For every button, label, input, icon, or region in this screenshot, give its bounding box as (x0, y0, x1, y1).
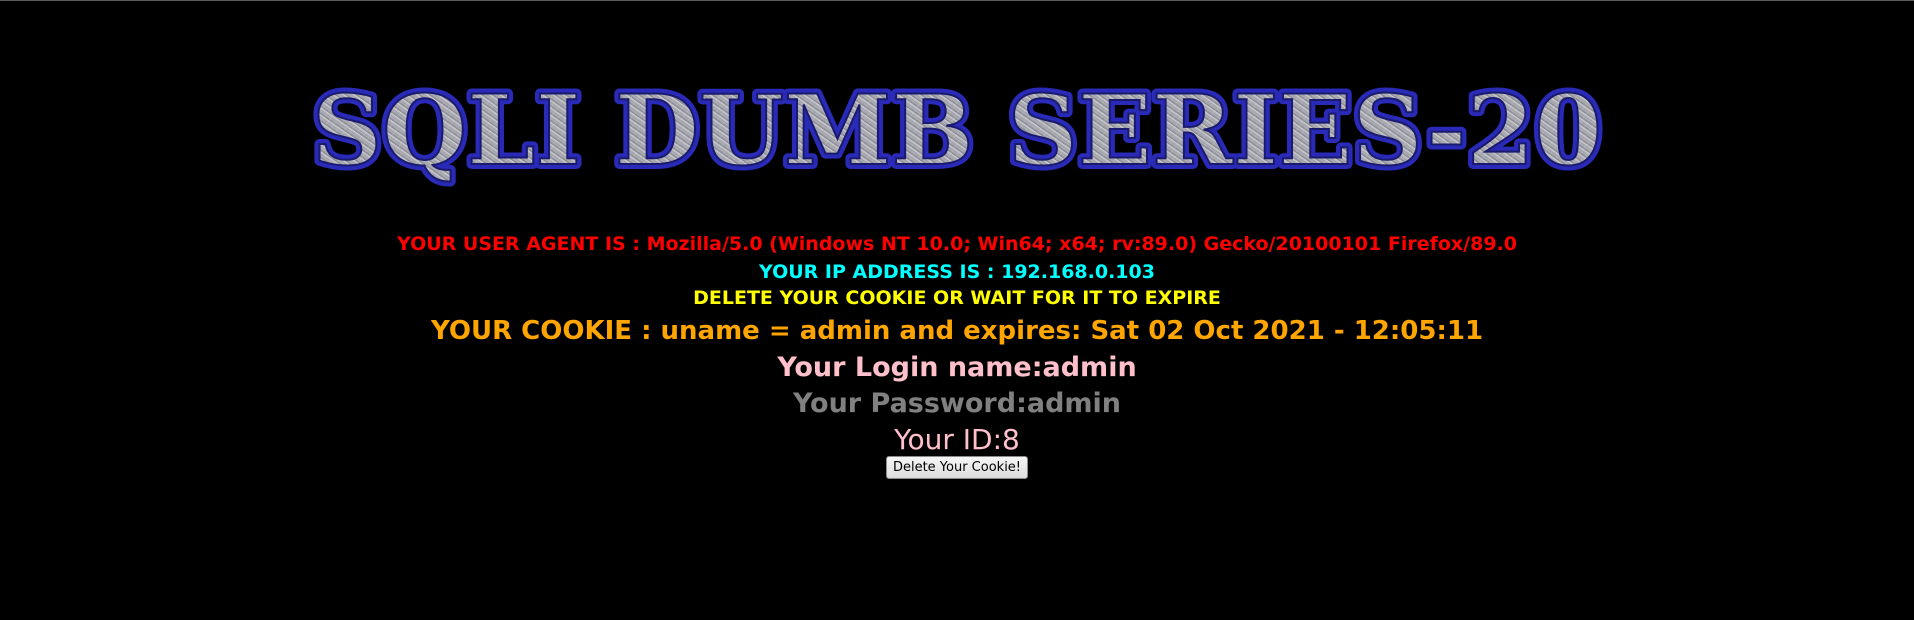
delete-cookie-form: Delete Your Cookie! (0, 456, 1914, 479)
user-id-text: Your ID:8 (894, 423, 1020, 456)
ip-address-text: YOUR IP ADDRESS IS : 192.168.0.103 (759, 261, 1155, 283)
banner-image: SQLI DUMB SERIES-20 SQLI DUMB SERIES-20 (300, 78, 1614, 188)
user-agent-text: YOUR USER AGENT IS : Mozilla/5.0 (Window… (396, 233, 1518, 255)
delete-cookie-notice: DELETE YOUR COOKIE OR WAIT FOR IT TO EXP… (693, 287, 1221, 309)
cookie-info-text: YOUR COOKIE : uname = admin and expires:… (430, 316, 1484, 346)
banner-title: SQLI DUMB SERIES-20 (312, 78, 1602, 187)
banner-graphic: SQLI DUMB SERIES-20 SQLI DUMB SERIES-20 (307, 78, 1607, 188)
delete-cookie-button[interactable]: Delete Your Cookie! (885, 456, 1029, 479)
top-border (0, 0, 1914, 1)
password-text: Your Password:admin (792, 388, 1122, 419)
login-name-text: Your Login name:admin (777, 352, 1137, 383)
